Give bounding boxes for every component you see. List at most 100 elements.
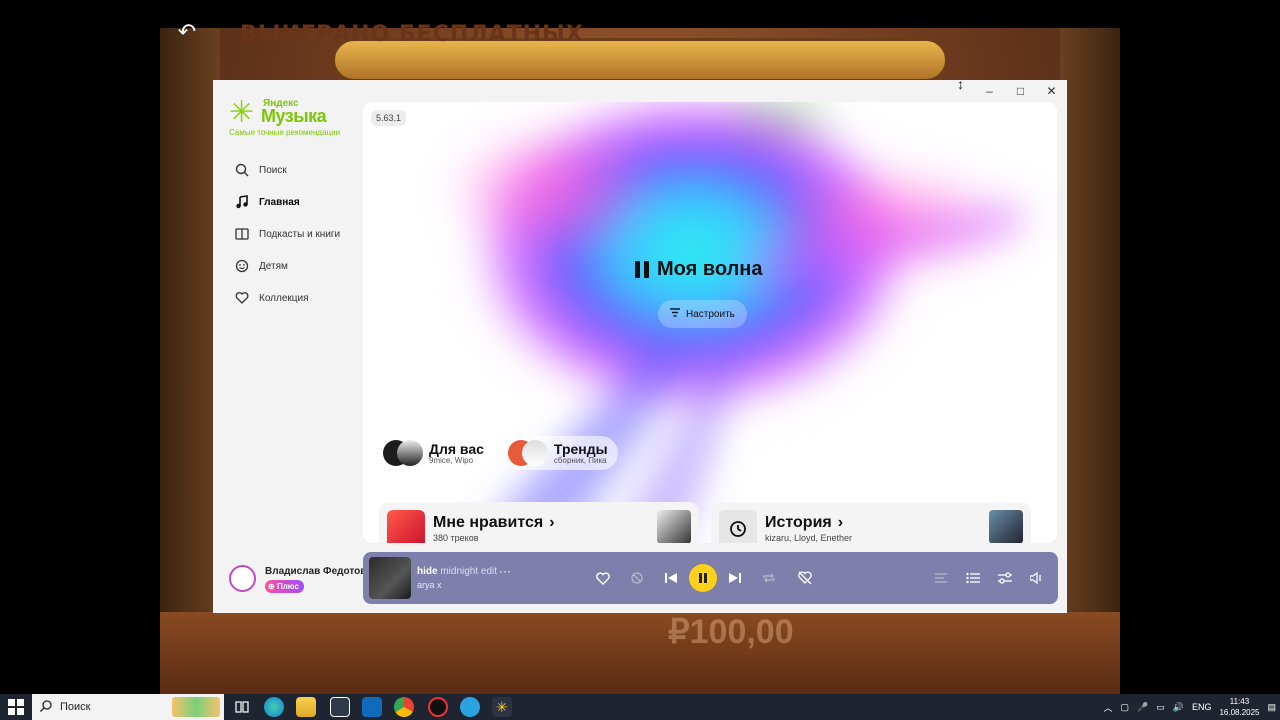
user-name: Владислав Федотов (265, 566, 367, 577)
track-version: midnight edit (440, 566, 498, 577)
file-explorer-icon[interactable] (296, 697, 316, 717)
history-icon (719, 510, 757, 543)
clock-date: 16.08.2025 (1219, 708, 1260, 717)
sidebar: ✳ Яндекс Музыка Самые точные рекомендаци… (213, 80, 366, 613)
card-history[interactable]: История › kizaru, Lloyd, Enether (711, 502, 1031, 543)
clock[interactable]: 11:43 16.08.2025 (1215, 696, 1263, 718)
chip-for-you[interactable]: Для вас 9mice, Wipo (379, 436, 494, 470)
like-button[interactable] (593, 566, 613, 590)
my-wave-title[interactable]: Моя волна (635, 258, 763, 281)
chrome-icon[interactable] (394, 697, 414, 717)
back-arrow-icon[interactable]: ↶ (174, 20, 200, 44)
dislike-button[interactable] (627, 566, 647, 590)
track-title[interactable]: hide midnight edit (417, 566, 497, 577)
obs-icon[interactable] (428, 697, 448, 717)
volume-icon[interactable]: 🔊 (1173, 702, 1184, 713)
game-bottom-text: ₽100,00 (668, 613, 794, 651)
heart-icon (233, 289, 251, 307)
user-profile[interactable]: Владислав Федотов ⊕ Плюс (229, 564, 369, 594)
svg-text:✳: ✳ (496, 700, 508, 716)
chip-subtitle: сборник, Пика (553, 455, 607, 465)
close-button[interactable]: ✕ (1036, 80, 1067, 102)
chip-avatars (383, 440, 423, 466)
tune-button[interactable]: Настроить (658, 300, 747, 328)
sidebar-item-label: Главная (259, 196, 300, 208)
no-recommend-button[interactable] (795, 566, 815, 590)
windows-logo-icon (8, 708, 15, 715)
tray-device-icon[interactable]: ▢ (1121, 702, 1130, 713)
repeat-button[interactable] (759, 566, 779, 590)
minimize-button[interactable]: – (974, 80, 1005, 102)
resize-cursor-icon: ↕ (957, 80, 964, 92)
outlook-icon[interactable] (362, 697, 382, 717)
avatar[interactable] (229, 565, 256, 592)
sidebar-nav: Поиск Главная Подкасты и книги Детям Кол… (233, 154, 363, 314)
search-highlight-image (172, 697, 220, 717)
telegram-icon[interactable] (460, 697, 480, 717)
tune-label: Настроить (686, 308, 735, 320)
search-icon (233, 161, 251, 179)
chip-trends[interactable]: Тренды сборник, Пика (503, 436, 618, 470)
search-icon (40, 699, 52, 715)
my-wave-label: Моя волна (657, 258, 763, 280)
track-name: hide (417, 566, 438, 577)
sidebar-item-label: Детям (259, 260, 288, 272)
maximize-button[interactable]: □ (1005, 80, 1036, 102)
more-options-icon[interactable]: ··· (499, 564, 511, 578)
taskbar-search[interactable]: Поиск (32, 694, 224, 720)
tray-chevron-icon[interactable]: ︿ (1103, 701, 1112, 714)
cover-thumbnail (989, 510, 1023, 543)
game-banner-text: ВЫИГРАНО БЕСПЛАТНЫХ (240, 22, 584, 47)
plus-label: Плюс (276, 582, 299, 591)
plus-badge[interactable]: ⊕ Плюс (265, 580, 304, 593)
window-titlebar: – □ ✕ (974, 80, 1067, 102)
chip-title: Тренды (553, 440, 608, 457)
filter-icon (670, 308, 680, 320)
sidebar-item-collection[interactable]: Коллекция (233, 282, 363, 314)
sidebar-item-kids[interactable]: Детям (233, 250, 363, 282)
card-title: История › (765, 514, 843, 532)
microphone-icon[interactable]: 🎤 (1137, 702, 1148, 713)
system-tray: ︿ ▢ 🎤 ▭ 🔊 ENG 11:43 16.08.2025 ▤ (1099, 694, 1280, 720)
pause-bar (699, 573, 702, 583)
sidebar-item-podcasts[interactable]: Подкасты и книги (233, 218, 363, 250)
network-icon[interactable]: ▭ (1156, 702, 1165, 713)
chevron-right-icon: › (549, 514, 555, 531)
kids-icon (233, 257, 251, 275)
track-artist[interactable]: arya x (417, 580, 442, 590)
start-button[interactable] (8, 699, 24, 715)
sidebar-item-label: Поиск (259, 164, 287, 176)
book-icon (233, 225, 251, 243)
lyrics-button[interactable] (931, 566, 951, 590)
sidebar-item-home[interactable]: Главная (233, 186, 363, 218)
store-icon[interactable] (330, 697, 350, 717)
music-note-icon (233, 193, 251, 211)
player-bar: hide midnight edit arya x ··· (363, 552, 1058, 604)
equalizer-button[interactable] (995, 566, 1015, 590)
queue-button[interactable] (963, 566, 983, 590)
taskbar-search-label: Поиск (60, 701, 91, 713)
next-track-button[interactable] (725, 566, 745, 590)
sidebar-item-search[interactable]: Поиск (233, 154, 363, 186)
logo-brand-big: Музыка (261, 106, 327, 126)
wave-chips: Для вас 9mice, Wipo Тренды сборник, Пика (379, 436, 618, 470)
notifications-icon[interactable]: ▤ (1267, 702, 1276, 713)
previous-track-button[interactable] (661, 566, 681, 590)
chip-title: Для вас (429, 440, 484, 457)
yandex-music-logo[interactable]: ✳ Яндекс Музыка Самые точные рекомендаци… (229, 98, 359, 138)
main-content: 5.63.1 Моя волна Настроить Для вас 9mice… (363, 102, 1057, 543)
logo-tagline: Самые точные рекомендации (229, 128, 341, 137)
language-indicator[interactable]: ENG (1192, 702, 1212, 712)
card-subtitle: kizaru, Lloyd, Enether (765, 533, 853, 543)
volume-button[interactable] (1027, 566, 1047, 590)
game-bottom-panel (160, 612, 1120, 694)
yandex-music-taskbar-icon[interactable]: ✳ (492, 697, 512, 717)
track-cover[interactable] (369, 557, 411, 599)
card-title-text: Мне нравится (433, 514, 544, 531)
card-liked[interactable]: Мне нравится › 380 треков (379, 502, 699, 543)
sidebar-item-label: Коллекция (259, 292, 309, 304)
edge-browser-icon[interactable] (264, 697, 284, 717)
task-view-icon[interactable] (232, 697, 252, 717)
pause-button[interactable] (689, 564, 717, 592)
windows-logo-icon (17, 708, 24, 715)
